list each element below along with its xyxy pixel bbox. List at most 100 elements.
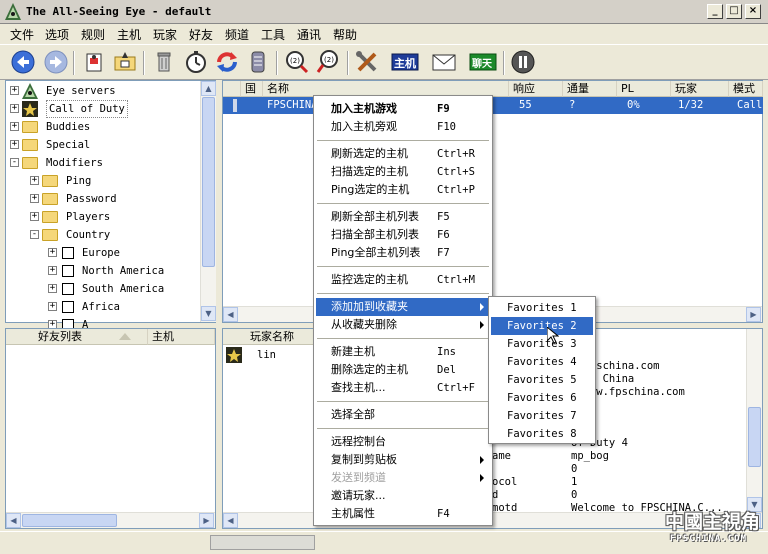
context-menu-item[interactable]: 主机属性 F4 [316,505,490,523]
context-menu-item[interactable]: 复制到剪贴板 [316,451,490,469]
expand-icon[interactable]: + [10,104,19,113]
expand-icon[interactable]: + [10,140,19,149]
tree-item[interactable]: + Africa [6,298,199,316]
table-row[interactable]: FPSCHINA 55 ? 0% 1/32 Call [223,97,763,114]
expand-icon[interactable]: + [10,86,19,95]
collapse-icon[interactable]: - [30,230,39,239]
scroll-left-button[interactable]: ◀ [223,513,238,528]
favorites-item[interactable]: Favorites 6 [491,389,593,407]
tree-item[interactable]: + Buddies [6,118,199,136]
context-menu-item[interactable]: Ping选定的主机 Ctrl+P [316,181,490,199]
checkbox[interactable] [62,265,74,277]
tree-item[interactable]: + Special [6,136,199,154]
column-header-spacer[interactable] [223,81,241,97]
menu-file[interactable]: 文件 [10,26,34,43]
column-header-throughput[interactable]: 通量 [563,81,617,97]
scroll-right-button[interactable]: ▶ [746,307,761,322]
expand-icon[interactable]: + [48,248,57,257]
search-server-icon[interactable]: (2) [283,48,311,76]
collapse-icon[interactable]: - [10,158,19,167]
menu-channels[interactable]: 频道 [225,26,249,43]
menu-rules[interactable]: 规则 [81,26,105,43]
expand-icon[interactable]: + [48,302,57,311]
add-favorite-icon[interactable] [111,48,139,76]
tree-item[interactable]: + Europe [6,244,199,262]
context-menu-item[interactable]: 刷新全部主机列表 F5 [316,208,490,226]
context-menu-item[interactable]: 扫描选定的主机 Ctrl+S [316,163,490,181]
column-header-mode[interactable]: 模式 [729,81,763,97]
checkbox[interactable] [62,247,74,259]
context-menu-item[interactable]: 远程控制台 [316,433,490,451]
expand-icon[interactable]: + [30,212,39,221]
favorites-item[interactable]: Favorites 3 [491,335,593,353]
refresh-icon[interactable] [213,48,241,76]
scroll-thumb[interactable] [202,97,215,267]
tree-item[interactable]: + Players [6,208,199,226]
trash-icon[interactable] [150,48,178,76]
favorites-submenu[interactable]: Favorites 1 Favorites 2 Favorites 3 Favorit… [488,296,596,444]
context-menu-item[interactable]: 监控选定的主机 Ctrl+M [316,271,490,289]
host-icon[interactable]: 主机 [391,48,419,76]
friends-panel[interactable]: 好友列表 主机 ◀ ▶ [5,328,216,529]
tree-item[interactable]: - Modifiers [6,154,199,172]
expand-icon[interactable]: + [48,266,57,275]
scroll-right-button[interactable]: ▶ [199,513,214,528]
tree-vscroll[interactable]: ▲ ▼ [200,81,216,322]
back-icon[interactable] [9,48,37,76]
menu-players[interactable]: 玩家 [153,26,177,43]
tree-item[interactable]: + South America [6,280,199,298]
expand-icon[interactable]: + [30,194,39,203]
help-icon[interactable] [509,48,537,76]
title-bar[interactable]: The All-Seeing Eye - default _ □ × [0,0,768,24]
menu-comms[interactable]: 通讯 [297,26,321,43]
tree-item[interactable]: + North America [6,262,199,280]
add-server-icon[interactable] [80,48,108,76]
context-menu-item[interactable]: 从收藏夹删除 [316,316,490,334]
checkbox[interactable] [62,301,74,313]
context-menu-item[interactable]: 删除选定的主机 Del [316,361,490,379]
favorites-item[interactable]: Favorites 2 [491,317,593,335]
menu-help[interactable]: 帮助 [333,26,357,43]
scroll-up-button[interactable]: ▲ [201,81,216,96]
context-menu-item[interactable]: 刷新选定的主机 Ctrl+R [316,145,490,163]
column-header-pl[interactable]: PL [617,81,671,97]
menu-server[interactable]: 主机 [117,26,141,43]
menu-tools[interactable]: 工具 [261,26,285,43]
context-menu-item[interactable]: 查找主机... Ctrl+F [316,379,490,397]
tree-item[interactable]: + Ping [6,172,199,190]
menu-friends[interactable]: 好友 [189,26,213,43]
maximize-button[interactable]: □ [726,4,742,19]
menu-options[interactable]: 选项 [45,26,69,43]
favorites-item[interactable]: Favorites 4 [491,353,593,371]
context-menu-item[interactable]: 选择全部 [316,406,490,424]
favorites-item[interactable]: Favorites 1 [491,299,593,317]
scroll-thumb[interactable] [22,514,117,527]
column-header-players[interactable]: 玩家 [671,81,729,97]
timer-icon[interactable] [182,48,210,76]
search-player-icon[interactable]: (2) [314,48,342,76]
checkbox[interactable] [62,283,74,295]
tree-item[interactable]: + Eye servers [6,82,199,100]
context-menu-item[interactable]: 添加加到收藏夹 [316,298,490,316]
context-menu[interactable]: 加入主机游戏 F9 加入主机旁观 F10 刷新选定的主机 Ctrl+R 扫描选定的主机 Ctr… [313,95,493,526]
context-menu-item[interactable]: 扫描全部主机列表 F6 [316,226,490,244]
column-header-ping[interactable]: 响应 [509,81,563,97]
minimize-button[interactable]: _ [707,4,723,19]
tree-item[interactable]: + Call of Duty [6,100,199,118]
expand-icon[interactable]: + [48,284,57,293]
expand-icon[interactable]: + [10,122,19,131]
context-menu-item[interactable]: 邀请玩家... [316,487,490,505]
tree-item[interactable]: + Password [6,190,199,208]
column-header-country[interactable]: 国 [241,81,263,97]
filter-icon[interactable] [244,48,272,76]
close-button[interactable]: × [745,4,761,19]
info-vscroll[interactable]: ▼ [746,329,762,512]
expand-icon[interactable]: + [30,176,39,185]
server-tree[interactable]: + Eye servers + Call of Duty + Buddies + Specia… [5,80,216,331]
scroll-down-button[interactable]: ▼ [201,306,216,321]
forward-icon[interactable] [42,48,70,76]
column-header-host[interactable]: 主机 [148,329,215,345]
favorites-item[interactable]: Favorites 7 [491,407,593,425]
tools-icon[interactable] [353,48,381,76]
scroll-thumb[interactable] [748,407,761,467]
